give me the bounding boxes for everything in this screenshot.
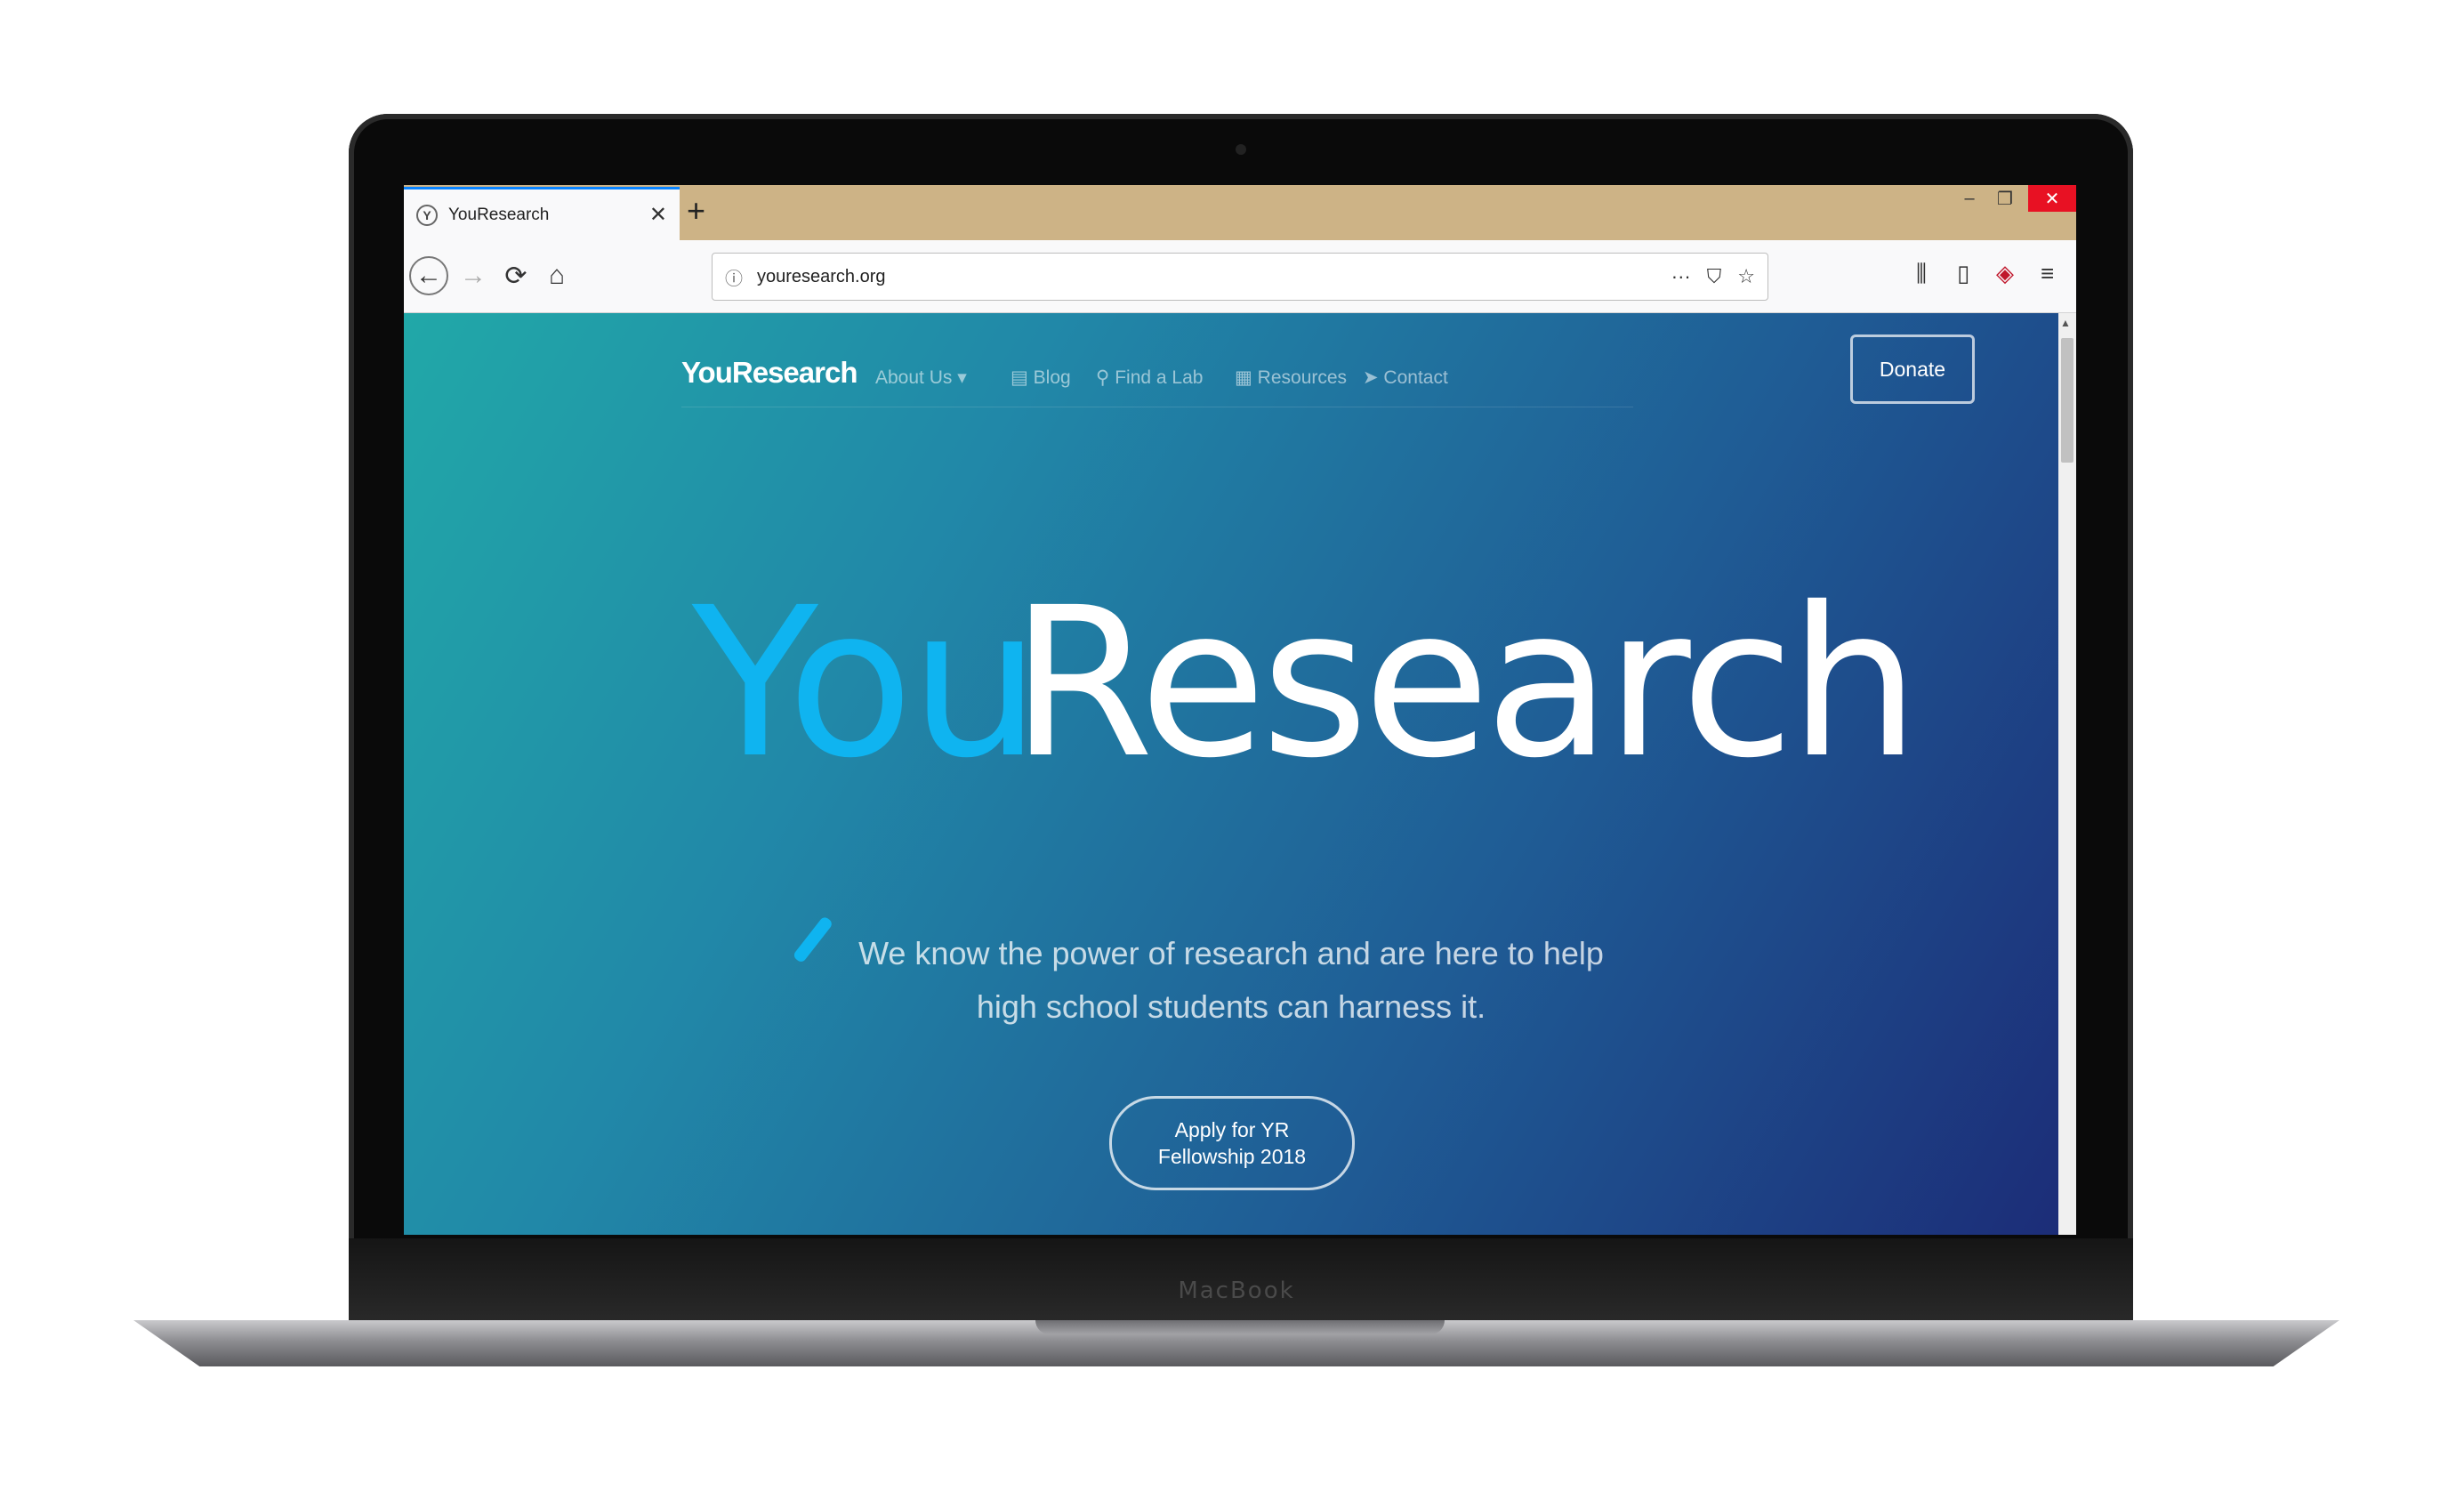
pocket-icon[interactable]: ⛉ — [1707, 265, 1722, 288]
maximize-icon[interactable]: ❐ — [1987, 185, 2023, 212]
close-tab-icon[interactable]: ✕ — [649, 202, 667, 228]
site-navigation: YouResearch About Us ▾ ▤ Blog ⚲ Find a L… — [681, 349, 1633, 407]
browser-nav-bar: ← → ⟳ ⌂ ⓘ youresearch.org ··· ⛉ ☆ ⫼ ▯ ◈ … — [404, 240, 2076, 313]
favicon-icon: Y — [416, 204, 438, 226]
info-icon[interactable]: ⓘ — [725, 264, 743, 290]
tab-title: YouResearch — [448, 205, 550, 224]
hero-logo-you: You — [692, 563, 1041, 803]
donate-button[interactable]: Donate — [1850, 334, 1975, 404]
back-arrow-icon[interactable]: ← — [409, 256, 448, 295]
page-content: YouResearch About Us ▾ ▤ Blog ⚲ Find a L… — [404, 313, 2058, 1235]
scroll-up-icon[interactable]: ▲ — [2060, 317, 2071, 329]
minimize-icon[interactable]: – — [1952, 185, 1987, 212]
window-close-icon[interactable]: ✕ — [2028, 185, 2076, 212]
browser-tab[interactable]: Y YouResearch ✕ — [404, 187, 680, 240]
browser-tab-strip: Y YouResearch ✕ + – ❐ ✕ — [404, 185, 2076, 240]
laptop-notch — [1035, 1320, 1445, 1334]
scroll-thumb[interactable] — [2061, 338, 2073, 463]
magnifier-handle-icon — [792, 915, 834, 964]
extension-icon[interactable]: ◈ — [1996, 260, 2014, 287]
nav-link-contact[interactable]: ➤ Contact — [1363, 367, 1448, 389]
camera-icon — [1236, 144, 1246, 155]
nav-link-find-a-lab[interactable]: ⚲ Find a Lab — [1096, 367, 1203, 389]
library-icon[interactable]: ⫼ — [1916, 260, 1927, 288]
nav-link-resources[interactable]: ▦ Resources — [1235, 367, 1347, 389]
more-actions-icon[interactable]: ··· — [1671, 265, 1691, 288]
nav-link-about-us[interactable]: About Us ▾ — [875, 367, 967, 389]
url-text[interactable]: youresearch.org — [757, 267, 1655, 287]
hero-logo: You Research — [692, 563, 1920, 811]
laptop-screen: Y YouResearch ✕ + – ❐ ✕ ← → ⟳ ⌂ ⓘ youres… — [404, 185, 2076, 1235]
hero-tagline: We know the power of research and are he… — [858, 935, 1604, 1025]
sidebar-icon[interactable]: ▯ — [1957, 260, 1969, 287]
new-tab-icon[interactable]: + — [687, 192, 705, 230]
hamburger-menu-icon[interactable]: ≡ — [2041, 260, 2054, 287]
site-logo[interactable]: YouResearch — [681, 356, 858, 390]
bookmark-star-icon[interactable]: ☆ — [1737, 265, 1755, 288]
apply-fellowship-button[interactable]: Apply for YR Fellowship 2018 — [1109, 1096, 1355, 1190]
page-scrollbar[interactable]: ▲ — [2058, 313, 2076, 1235]
device-brand-label: MacBook — [1178, 1277, 1295, 1304]
hero-logo-research: Research — [1011, 563, 1920, 803]
reload-icon[interactable]: ⟳ — [496, 256, 535, 295]
nav-link-blog[interactable]: ▤ Blog — [1011, 367, 1071, 389]
home-icon[interactable]: ⌂ — [537, 256, 576, 295]
address-bar[interactable]: ⓘ youresearch.org ··· ⛉ ☆ — [712, 253, 1768, 301]
forward-arrow-icon[interactable]: → — [454, 256, 493, 295]
